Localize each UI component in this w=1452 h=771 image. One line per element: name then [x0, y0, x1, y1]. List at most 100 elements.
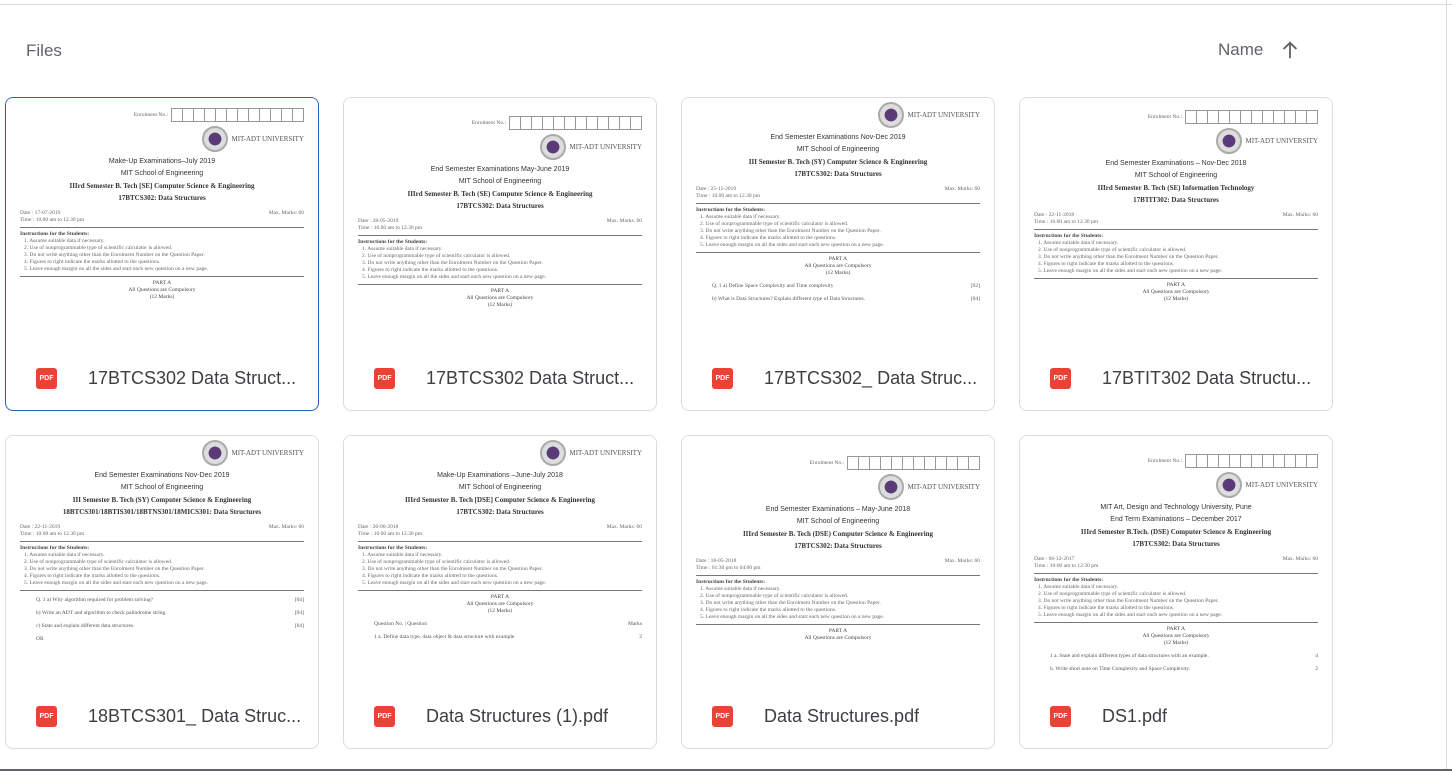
date-time: Date : 22-11-2019 Time : 10:00 am to 12.3…: [20, 524, 84, 538]
university-seal-icon: [1216, 128, 1243, 154]
instruction-item: 3. Do not write anything other than the …: [24, 252, 205, 258]
doc-heading: End Semester Examinations – Nov-Dec 2018: [1105, 160, 1247, 167]
file-name[interactable]: 17BTIT302 Data Structu...: [1102, 368, 1311, 389]
file-name[interactable]: Data Structures (1).pdf: [426, 706, 608, 727]
exam-date: Date : 17-07-2019: [20, 210, 61, 216]
document-preview: MIT-ADT UNIVERSITY Make-Up Examinations –…: [358, 440, 642, 647]
part-text: (12 Marks): [1163, 640, 1189, 646]
question-row: OR: [36, 636, 304, 643]
instructions-title: Instructions for the Students:: [1034, 233, 1104, 239]
rule: [20, 541, 304, 542]
university-seal-icon: [540, 134, 567, 160]
file-footer[interactable]: PDF 17BTCS302_ Data Struc...: [682, 345, 994, 410]
exam-time: Time : 10.00 am to 12.30 pm: [358, 225, 422, 231]
file-thumbnail[interactable]: Enrolment No.: MIT-ADT UNIVERSITY End Seme…: [1020, 98, 1332, 345]
file-thumbnail[interactable]: MIT-ADT UNIVERSITY Make-Up Examinations –…: [344, 436, 656, 683]
doc-heading: III Semester B. Tech (SY) Computer Scien…: [72, 496, 252, 504]
university-seal-icon: [540, 440, 567, 466]
instruction-item: 2. Use of nonprogrammable type of scient…: [1038, 247, 1187, 253]
instruction-item: 4. Figures to right indicate the marks a…: [700, 235, 837, 241]
university-logo: MIT-ADT UNIVERSITY: [20, 440, 304, 466]
file-name[interactable]: 17BTCS302 Data Struct...: [88, 368, 296, 389]
university-seal-icon: [1216, 472, 1243, 498]
instruction-item: 2. Use of nonprogrammable type of scient…: [700, 221, 849, 227]
file-card[interactable]: MIT-ADT UNIVERSITY Make-Up Examinations –…: [343, 435, 657, 749]
document-preview: Enrolment No.: MIT-ADT UNIVERSITY End Seme…: [1034, 110, 1318, 303]
file-name[interactable]: 17BTCS302_ Data Struc...: [764, 368, 977, 389]
file-name[interactable]: 17BTCS302 Data Struct...: [426, 368, 634, 389]
file-footer[interactable]: PDF 17BTIT302 Data Structu...: [1020, 345, 1332, 410]
enrolment-field: Enrolment No.:: [20, 108, 304, 122]
date-time: Date : 26-06-2018 Time : 10.00 am to 12.3…: [358, 524, 422, 538]
instructions-title: Instructions for the Students:: [696, 579, 766, 585]
file-name[interactable]: 18BTCS301_ Data Struc...: [88, 706, 301, 727]
arrow-up-icon[interactable]: [1279, 39, 1301, 61]
question-text: b. Write short note on Time Complexity a…: [1050, 666, 1191, 672]
max-marks: Max. Marks: 60: [1282, 556, 1318, 562]
file-card[interactable]: MIT-ADT UNIVERSITY End Semester Examinati…: [681, 97, 995, 411]
logo-text: MIT-ADT UNIVERSITY: [569, 142, 642, 151]
file-card[interactable]: Enrolment No.: MIT-ADT UNIVERSITY MIT Art,…: [1019, 435, 1333, 749]
exam-time: Time : 10:00 am to 12:30 pm: [1034, 563, 1099, 569]
sort-by-name-button[interactable]: Name: [1218, 39, 1301, 61]
enrolment-label: Enrolment No.:: [809, 459, 844, 466]
university-logo: MIT-ADT UNIVERSITY: [696, 102, 980, 128]
doc-heading: MIT School of Engineering: [796, 146, 880, 153]
part-text: PART A: [1166, 626, 1186, 632]
exam-meta: Date : 26-06-2018 Time : 10.00 am to 12.3…: [358, 524, 642, 538]
file-thumbnail[interactable]: MIT-ADT UNIVERSITY End Semester Examinati…: [682, 98, 994, 345]
date-time: Date : 06-12-2017 Time : 10:00 am to 12:3…: [1034, 556, 1098, 570]
exam-meta: Date : 17-07-2019 Time : 10.00 am to 12.3…: [20, 210, 304, 224]
instruction-item: 2. Use of nonprogrammable type of scient…: [24, 559, 173, 565]
part-text: All Questions are Compulsory: [804, 263, 872, 269]
university-seal-icon: [202, 440, 229, 466]
instruction-item: 4. Figures to right indicate the marks a…: [24, 573, 161, 579]
file-name[interactable]: DS1.pdf: [1102, 706, 1167, 727]
file-footer[interactable]: PDF Data Structures (1).pdf: [344, 683, 656, 748]
file-card[interactable]: Enrolment No.: MIT-ADT UNIVERSITY End Seme…: [1019, 97, 1333, 411]
doc-heading: End Semester Examinations Nov-Dec 2019: [770, 134, 906, 141]
file-footer[interactable]: PDF 18BTCS301_ Data Struc...: [6, 683, 318, 748]
part-text: (12 Marks): [149, 294, 175, 300]
part-text: (12 Marks): [487, 608, 513, 614]
file-card[interactable]: Enrolment No.: MIT-ADT UNIVERSITY End Seme…: [343, 97, 657, 411]
instruction-item: 3. Do not write anything other than the …: [1038, 254, 1219, 260]
file-thumbnail[interactable]: Enrolment No.: MIT-ADT UNIVERSITY MIT Art,…: [1020, 436, 1332, 683]
part-text: All Questions are Compulsory: [466, 601, 534, 607]
file-footer[interactable]: PDF DS1.pdf: [1020, 683, 1332, 748]
file-name[interactable]: Data Structures.pdf: [764, 706, 919, 727]
enrolment-boxes: [509, 116, 642, 130]
doc-heading: Make-Up Examinations –June-July 2018: [437, 472, 563, 479]
question-text: 1 a. Define data type, data object & dat…: [374, 634, 515, 640]
exam-date: Date : 28-05-2019: [358, 218, 399, 224]
university-seal-icon: [202, 126, 229, 152]
file-card[interactable]: MIT-ADT UNIVERSITY End Semester Examinati…: [5, 435, 319, 749]
file-thumbnail[interactable]: Enrolment No.: MIT-ADT UNIVERSITY End Seme…: [682, 436, 994, 683]
enrolment-field: Enrolment No.:: [1034, 454, 1318, 468]
file-footer[interactable]: PDF Data Structures.pdf: [682, 683, 994, 748]
instruction-item: 4. Figures to right indicate the marks a…: [1038, 605, 1175, 611]
file-card[interactable]: Enrolment No.: MIT-ADT UNIVERSITY Make-Up …: [5, 97, 319, 411]
exam-date: Date : 06-12-2017: [1034, 556, 1075, 562]
scrollbar[interactable]: [1446, 0, 1447, 771]
pdf-icon: PDF: [1050, 706, 1071, 727]
file-footer[interactable]: PDF 17BTCS302 Data Struct...: [6, 345, 318, 410]
enrolment-boxes: [171, 108, 304, 122]
part-text: All Questions are Compulsory: [804, 635, 872, 641]
file-thumbnail[interactable]: Enrolment No.: MIT-ADT UNIVERSITY Make-Up …: [6, 98, 318, 345]
doc-heading: MIT School of Engineering: [458, 178, 542, 185]
file-card[interactable]: Enrolment No.: MIT-ADT UNIVERSITY End Seme…: [681, 435, 995, 749]
instruction-item: 4. Figures to right indicate the marks a…: [24, 259, 161, 265]
question-marks: [02]: [970, 283, 980, 289]
part-text: All Questions are Compulsory: [1142, 289, 1210, 295]
logo-text: MIT-ADT UNIVERSITY: [907, 110, 980, 119]
document-preview: Enrolment No.: MIT-ADT UNIVERSITY End Seme…: [696, 456, 980, 642]
doc-heading: End Semester Examinations – May-June 201…: [765, 506, 911, 513]
file-thumbnail[interactable]: MIT-ADT UNIVERSITY End Semester Examinati…: [6, 436, 318, 683]
logo-text: MIT-ADT UNIVERSITY: [907, 482, 980, 491]
rule: [358, 590, 642, 591]
file-thumbnail[interactable]: Enrolment No.: MIT-ADT UNIVERSITY End Seme…: [344, 98, 656, 345]
question-row: b) Write an ADT and algorithm to check p…: [36, 610, 304, 617]
file-footer[interactable]: PDF 17BTCS302 Data Struct...: [344, 345, 656, 410]
exam-meta: Date : 06-12-2017 Time : 10:00 am to 12:3…: [1034, 556, 1318, 570]
